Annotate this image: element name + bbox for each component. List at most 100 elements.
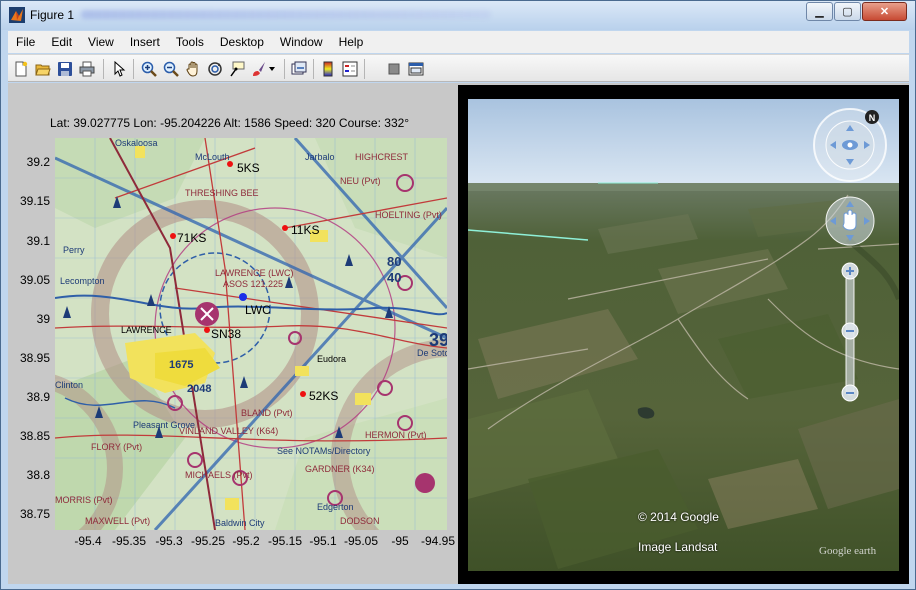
print-icon[interactable] <box>78 60 96 78</box>
colorbar-icon[interactable] <box>319 60 337 78</box>
map-label: FLORY (Pvt) <box>91 442 142 452</box>
menu-tools[interactable]: Tools <box>168 31 212 53</box>
menu-view[interactable]: View <box>80 31 122 53</box>
map-label: Baldwin City <box>215 518 265 528</box>
map-label: NEU (Pvt) <box>340 176 381 186</box>
open-file-icon[interactable] <box>34 60 52 78</box>
y-tick-label: 39.05 <box>19 273 50 287</box>
map-label: McLouth <box>195 152 230 162</box>
x-tick-label: -95 <box>391 534 409 548</box>
zoom-in-button[interactable] <box>842 263 858 279</box>
map-label: VINLAND VALLEY (K64) <box>179 426 278 436</box>
map-label: 40 <box>387 270 401 285</box>
figure-window: Figure 1 ▁ ▢ ✕ File Edit View Insert Too… <box>0 0 916 590</box>
map-label: 39 <box>429 330 447 350</box>
map-label: LAWRENCE <box>121 325 172 335</box>
compass-ring[interactable] <box>814 109 886 181</box>
menu-bar: File Edit View Insert Tools Desktop Wind… <box>8 31 909 53</box>
legend-icon[interactable] <box>341 60 359 78</box>
map-label: ASOS 121.225 <box>223 279 283 289</box>
waypoint-label: 52KS <box>309 389 338 403</box>
zoom-slider[interactable] <box>846 281 854 383</box>
y-tick-label: 39.15 <box>19 194 50 208</box>
map-label: LAWRENCE (LWC) <box>215 268 294 278</box>
maximize-icon: ▢ <box>842 6 853 18</box>
menu-desktop[interactable]: Desktop <box>212 31 272 53</box>
rotate-3d-icon[interactable] <box>206 60 224 78</box>
map-label: DODSON <box>340 516 380 526</box>
map-label: MICHAELS (Pvt) <box>185 470 253 480</box>
menu-file[interactable]: File <box>8 31 43 53</box>
window-title: Figure 1 <box>30 8 75 22</box>
menu-help[interactable]: Help <box>331 31 372 53</box>
toolbar-separator <box>133 59 134 79</box>
map-label: HERMON (Pvt) <box>365 430 427 440</box>
show-plot-tools-icon[interactable] <box>407 60 425 78</box>
position-readout: Lat: 39.027775 Lon: -95.204226 Alt: 1586… <box>50 116 410 130</box>
maximize-button[interactable]: ▢ <box>834 2 861 21</box>
waypoint-label: 5KS <box>237 161 260 175</box>
x-tick-label: -95.05 <box>343 534 379 548</box>
map-label: See NOTAMs/Directory <box>277 446 371 456</box>
move-control[interactable] <box>826 197 874 245</box>
y-tick-label: 38.75 <box>19 507 50 521</box>
x-tick-label: -95.35 <box>111 534 147 548</box>
zoom-in-icon[interactable] <box>140 60 158 78</box>
title-bar[interactable]: Figure 1 ▁ ▢ ✕ <box>1 1 915 30</box>
menu-window[interactable]: Window <box>272 31 331 53</box>
y-tick-label: 38.9 <box>26 390 50 404</box>
google-earth-view[interactable]: N © 2014 Google Image Landsat Google ear… <box>468 99 899 571</box>
zoom-out-icon[interactable] <box>162 60 180 78</box>
copyright-text: © 2014 Google <box>638 510 719 524</box>
minimize-button[interactable]: ▁ <box>806 2 833 21</box>
toolbar-separator <box>284 59 285 79</box>
map-label: Eudora <box>317 354 346 364</box>
y-tick-label: 38.8 <box>26 468 50 482</box>
map-label: GARDNER (K34) <box>305 464 375 474</box>
y-tick-label: 38.95 <box>19 351 50 365</box>
sectional-chart-graphics: Oskaloosa McLouth Jarbalo HIGHCREST THRE… <box>55 138 447 530</box>
map-label: THRESHING BEE <box>185 188 259 198</box>
matlab-icon <box>9 7 25 23</box>
new-figure-icon[interactable] <box>12 60 30 78</box>
save-icon[interactable] <box>56 60 74 78</box>
x-tick-label: -95.4 <box>74 534 102 548</box>
menu-edit[interactable]: Edit <box>43 31 80 53</box>
x-tick-label: -94.95 <box>420 534 456 548</box>
y-tick-label: 39 <box>36 312 50 326</box>
x-tick-label: -95.15 <box>267 534 303 548</box>
toolbar-separator <box>313 59 314 79</box>
menu-insert[interactable]: Insert <box>122 31 168 53</box>
y-tick-label: 39.1 <box>26 234 50 248</box>
map-label: 1675 <box>169 359 193 371</box>
google-earth-logo: Google earth <box>819 545 877 557</box>
map-label: Perry <box>63 245 85 255</box>
map-label: Oskaloosa <box>115 138 158 148</box>
link-plot-icon[interactable] <box>290 60 308 78</box>
data-cursor-icon[interactable] <box>228 60 246 78</box>
map-label: Edgerton <box>317 502 354 512</box>
brush-icon[interactable] <box>250 60 268 78</box>
zoom-out-button[interactable] <box>842 385 858 401</box>
waypoint-label: 71KS <box>177 231 206 245</box>
waypoint-label: 11KS <box>291 223 319 237</box>
close-button[interactable]: ✕ <box>862 2 907 21</box>
sectional-chart-map[interactable]: Oskaloosa McLouth Jarbalo HIGHCREST THRE… <box>55 138 447 530</box>
toolbar-separator <box>364 59 365 79</box>
figure-toolbar <box>8 54 909 82</box>
imagery-credit: Image Landsat <box>638 540 718 554</box>
hide-plot-tools-icon[interactable] <box>385 60 403 78</box>
dropdown-arrow-icon[interactable] <box>267 60 277 78</box>
y-tick-label: 38.85 <box>19 429 50 443</box>
map-label: MORRIS (Pvt) <box>55 495 113 505</box>
pointer-icon[interactable] <box>110 60 128 78</box>
pan-hand-icon[interactable] <box>184 60 202 78</box>
minimize-icon: ▁ <box>815 6 824 18</box>
x-tick-label: -95.2 <box>232 534 260 548</box>
map-label: HOELTING (Pvt) <box>375 210 442 220</box>
x-tick-label: -95.3 <box>155 534 183 548</box>
map-label: MAXWELL (Pvt) <box>85 516 150 526</box>
map-label: 80 <box>387 254 401 269</box>
map-label: Clinton <box>55 380 83 390</box>
close-icon: ✕ <box>879 6 890 18</box>
